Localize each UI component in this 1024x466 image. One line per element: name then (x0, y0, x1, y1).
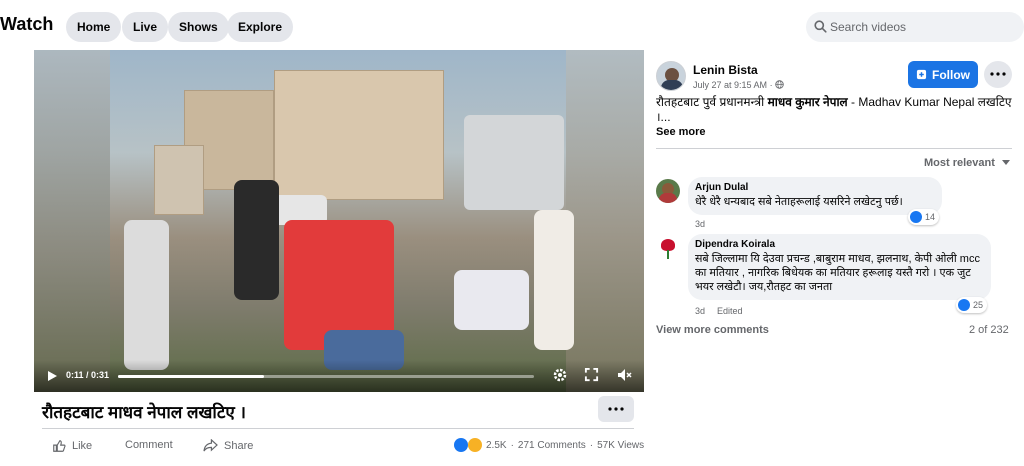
comment-like-count: 14 (925, 212, 936, 222)
video-scene-person (534, 210, 574, 350)
like-reaction-icon (910, 211, 922, 223)
like-reaction-icon (454, 438, 468, 452)
sort-dropdown[interactable]: Most relevant (924, 157, 1010, 169)
follow-icon (916, 69, 927, 80)
nav-shows[interactable]: Shows (168, 12, 229, 42)
author-avatar[interactable] (656, 61, 686, 91)
author-more-button[interactable] (984, 61, 1012, 88)
reactions-count[interactable]: 2.5K (486, 440, 507, 451)
comment-time[interactable]: 3d (695, 306, 705, 316)
video-scene-building (154, 145, 204, 215)
follow-button[interactable]: Follow (908, 61, 978, 88)
post-stats: 2.5K · 271 Comments · 57K Views (454, 438, 644, 452)
post-meta: July 27 at 9:15 AM · (693, 80, 784, 90)
caret-down-icon (1001, 160, 1010, 165)
like-label: Like (72, 440, 93, 452)
post-description: रौतहटबाट पुर्व प्रधानमन्त्री माधव कुमार … (656, 95, 1014, 125)
author-name[interactable]: Lenin Bista (693, 63, 758, 77)
comment-reactions[interactable]: 25 (956, 297, 988, 313)
video-seek-bar[interactable] (118, 375, 534, 378)
comment-label: Comment (125, 439, 173, 451)
post-more-button[interactable] (598, 396, 634, 422)
globe-icon (775, 80, 784, 89)
description-bold-name[interactable]: माधव कुमार नेपाल (768, 95, 848, 109)
video-blur-right (566, 50, 644, 392)
video-scene-person (454, 270, 529, 330)
post-title: रौतहटबाट माधव नेपाल लखटिए । (42, 403, 246, 422)
share-button[interactable]: Share (203, 439, 253, 452)
comment-button[interactable]: Comment (125, 439, 173, 451)
nav-explore[interactable]: Explore (227, 12, 294, 42)
more-icon (608, 407, 624, 411)
video-blur-left (34, 50, 110, 392)
nav-live[interactable]: Live (122, 12, 169, 42)
volume-muted-icon[interactable] (616, 367, 632, 383)
play-icon[interactable] (46, 370, 58, 382)
comment-avatar[interactable] (656, 179, 680, 203)
comment-time[interactable]: 3d (695, 219, 705, 229)
like-button[interactable]: Like (52, 439, 92, 453)
avatar-shoulders (659, 193, 677, 203)
search-input[interactable] (830, 12, 1020, 42)
comments-divider (656, 148, 1012, 149)
description-prefix: रौतहटबाट पुर्व प्रधानमन्त्री (656, 95, 768, 109)
share-label: Share (224, 439, 254, 452)
video-scene-vehicle (464, 115, 564, 210)
thumbs-up-icon (53, 440, 66, 452)
settings-icon[interactable] (552, 367, 568, 383)
post-divider (42, 428, 634, 429)
comments-count[interactable]: 271 Comments (518, 440, 586, 451)
search-box[interactable] (806, 12, 1024, 42)
comments-count-label: 2 of 232 (969, 324, 1009, 336)
view-more-comments[interactable]: View more comments (656, 324, 769, 336)
rose-stem (667, 250, 669, 259)
haha-reaction-icon (468, 438, 482, 452)
stats-separator: · (589, 439, 594, 451)
watch-title: Watch (0, 14, 54, 34)
video-controls: 0:11 / 0:31 (34, 360, 644, 392)
comment-like-count: 25 (973, 300, 984, 310)
views-count: 57K Views (597, 439, 645, 451)
video-scene-person (124, 220, 169, 370)
top-navigation-bar: Watch Home Live Shows Explore (0, 0, 1024, 52)
video-progress-fill (118, 375, 264, 378)
sort-label: Most relevant (924, 157, 995, 169)
commenter-name[interactable]: Dipendra Koirala (695, 239, 775, 250)
more-icon (990, 72, 1006, 76)
search-icon (814, 20, 827, 33)
share-icon (203, 439, 218, 452)
see-more-link[interactable]: See more (656, 126, 706, 138)
like-reaction-icon (958, 299, 970, 311)
comment-text: धेरै धेरै धन्यबाद सबे नेताहरूलाई यसरिने … (695, 196, 903, 208)
video-scene-building (274, 70, 444, 200)
comment-reactions[interactable]: 14 (908, 209, 940, 225)
avatar-shoulders (661, 80, 683, 90)
comment-edited: Edited (717, 306, 743, 316)
video-scene-person (234, 180, 279, 300)
post-date[interactable]: July 27 at 9:15 AM (693, 80, 767, 90)
comment-avatar[interactable] (656, 236, 680, 260)
follow-label: Follow (932, 67, 970, 82)
stats-separator: · (510, 439, 514, 451)
fullscreen-icon[interactable] (584, 367, 599, 382)
comment-text: सबे जिल्लामा यि देउवा प्रचन्ड ,बाबुराम म… (695, 253, 980, 293)
video-player[interactable]: 0:11 / 0:31 (34, 50, 644, 392)
video-time: 0:11 / 0:31 (66, 370, 110, 380)
nav-home[interactable]: Home (66, 12, 122, 42)
commenter-name[interactable]: Arjun Dulal (695, 182, 748, 193)
